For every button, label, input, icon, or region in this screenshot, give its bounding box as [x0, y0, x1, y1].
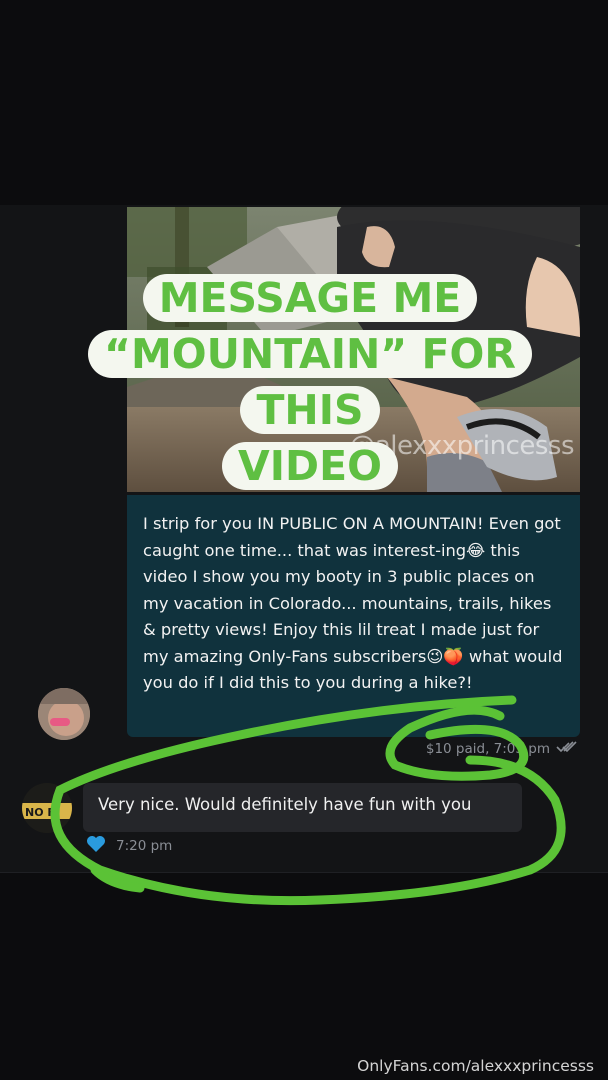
promo-line-2: “MOUNTAIN” FOR THIS: [88, 330, 532, 434]
received-message-time: 7:20 pm: [116, 838, 173, 854]
received-message-meta: 7:20 pm: [86, 835, 172, 857]
received-message-text: Very nice. Would definitely have fun wit…: [98, 795, 472, 814]
footer-watermark: OnlyFans.com/alexxxprincesss: [357, 1057, 594, 1075]
heart-icon[interactable]: [86, 835, 106, 857]
sent-message-bubble[interactable]: I strip for you IN PUBLIC ON A MOUNTAIN!…: [127, 495, 580, 737]
sender-avatar[interactable]: NO F: [22, 783, 72, 833]
avatar[interactable]: [38, 688, 90, 740]
promo-overlay: MESSAGE ME “MOUNTAIN” FOR THIS VIDEO: [55, 270, 565, 494]
sent-message-text: I strip for you IN PUBLIC ON A MOUNTAIN!…: [143, 514, 563, 692]
sent-message-meta: $10 paid, 7:05 pm: [426, 741, 578, 757]
screenshot-page: @alexxxprincesss MESSAGE ME “MOUNTAIN” F…: [0, 0, 608, 1080]
avatar-image: [38, 688, 90, 740]
sender-avatar-image: NO F: [22, 783, 72, 833]
double-check-icon: [556, 741, 578, 757]
received-message-bubble[interactable]: Very nice. Would definitely have fun wit…: [83, 783, 522, 832]
promo-line-1: MESSAGE ME: [142, 274, 478, 322]
promo-line-3: VIDEO: [222, 442, 398, 490]
price-status: $10 paid, 7:05 pm: [425, 741, 550, 757]
thread-divider: [0, 872, 608, 873]
sender-avatar-badge: NO F: [25, 806, 55, 819]
